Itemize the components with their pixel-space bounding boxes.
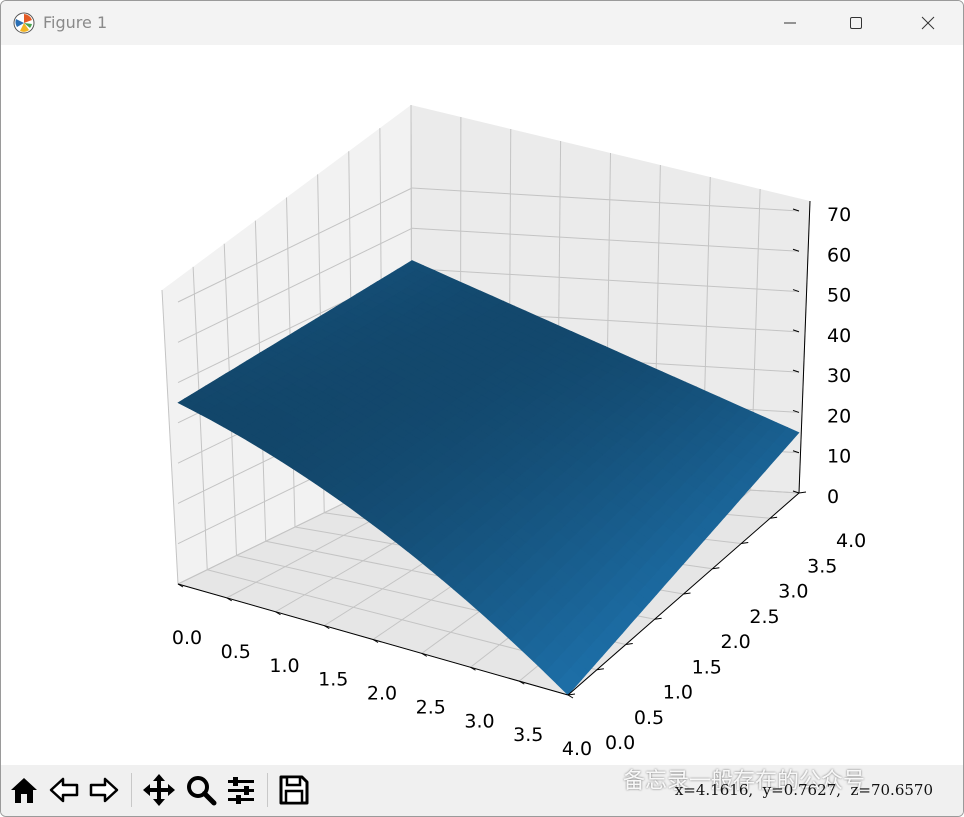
z-tick-label: 50 — [827, 285, 851, 307]
z-tick-label: 20 — [827, 405, 851, 427]
home-button[interactable] — [6, 772, 42, 808]
x-tick-label: 4.0 — [562, 738, 592, 760]
x-tick-label: 3.0 — [464, 710, 494, 732]
coordinate-readout: x=4.1616, y=0.7627, z=70.6570 — [674, 781, 933, 799]
matplotlib-icon — [13, 12, 35, 34]
configure-icon — [228, 777, 254, 804]
save-icon — [279, 775, 309, 805]
y-tick-label: 0.0 — [605, 732, 635, 754]
minimize-button[interactable] — [757, 1, 823, 45]
x-tick-label: 1.5 — [318, 669, 348, 691]
y-tick-label: 4.0 — [836, 530, 866, 552]
x-tick-label: 2.0 — [367, 683, 397, 705]
x-tick-label: 1.0 — [269, 655, 299, 677]
navigation-toolbar: 备忘录一般存在的公众号 x=4.1616, y=0.7627, z=70.657… — [1, 765, 963, 816]
z-tick-label: 70 — [827, 204, 851, 226]
window-title: Figure 1 — [43, 13, 108, 32]
forward-icon — [89, 777, 119, 803]
z-tick-label: 10 — [827, 446, 851, 468]
pan-button[interactable] — [141, 772, 177, 808]
close-button[interactable] — [895, 1, 961, 45]
pan-icon — [143, 774, 175, 806]
y-tick — [798, 491, 807, 494]
close-icon — [921, 16, 935, 30]
back-icon — [49, 777, 79, 803]
toolbar-separator — [131, 773, 132, 807]
y-tick-label: 1.0 — [663, 682, 693, 704]
maximize-button[interactable] — [823, 1, 889, 45]
z-tick-label: 0 — [827, 486, 839, 508]
toolbar-separator — [267, 773, 268, 807]
y-tick-label: 2.0 — [721, 631, 751, 653]
z-tick-label: 30 — [827, 365, 851, 387]
save-button[interactable] — [276, 772, 312, 808]
y-tick-label: 3.0 — [778, 581, 808, 603]
y-tick-label: 2.5 — [749, 606, 779, 628]
z-tick-label: 60 — [827, 244, 851, 266]
figure-canvas[interactable]: 0.0 0.5 1.0 1.5 2.0 2.5 3.0 3.5 4.0 0.0 0.5 1.0 1.5 2… — [1, 45, 963, 765]
zoom-button[interactable] — [183, 772, 219, 808]
configure-subplots-button[interactable] — [223, 772, 259, 808]
z-tick-label: 40 — [827, 325, 851, 347]
forward-button[interactable] — [86, 772, 122, 808]
x-tick — [567, 694, 574, 699]
title-bar: Figure 1 — [1, 1, 963, 45]
x-tick-label: 0.5 — [221, 641, 251, 663]
axes3d[interactable]: 0.0 0.5 1.0 1.5 2.0 2.5 3.0 3.5 4.0 0.0 0.5 1.0 1.5 2… — [1, 45, 963, 765]
maximize-icon — [850, 17, 862, 29]
x-tick-label: 0.0 — [172, 627, 202, 649]
y-tick-label: 0.5 — [634, 707, 664, 729]
x-tick-label: 2.5 — [416, 696, 446, 718]
home-icon — [11, 778, 37, 803]
x-tick-label: 3.5 — [513, 724, 543, 746]
minimize-icon — [784, 22, 796, 24]
y-tick-label: 3.5 — [807, 555, 837, 577]
zoom-icon — [187, 776, 217, 806]
y-tick-label: 1.5 — [692, 656, 722, 678]
figure-window: Figure 1 0.0 0.5 1.0 1.5 2.0 2.5 3.0 3.5 4.0 0.0 0… — [0, 0, 964, 817]
back-button[interactable] — [46, 772, 82, 808]
